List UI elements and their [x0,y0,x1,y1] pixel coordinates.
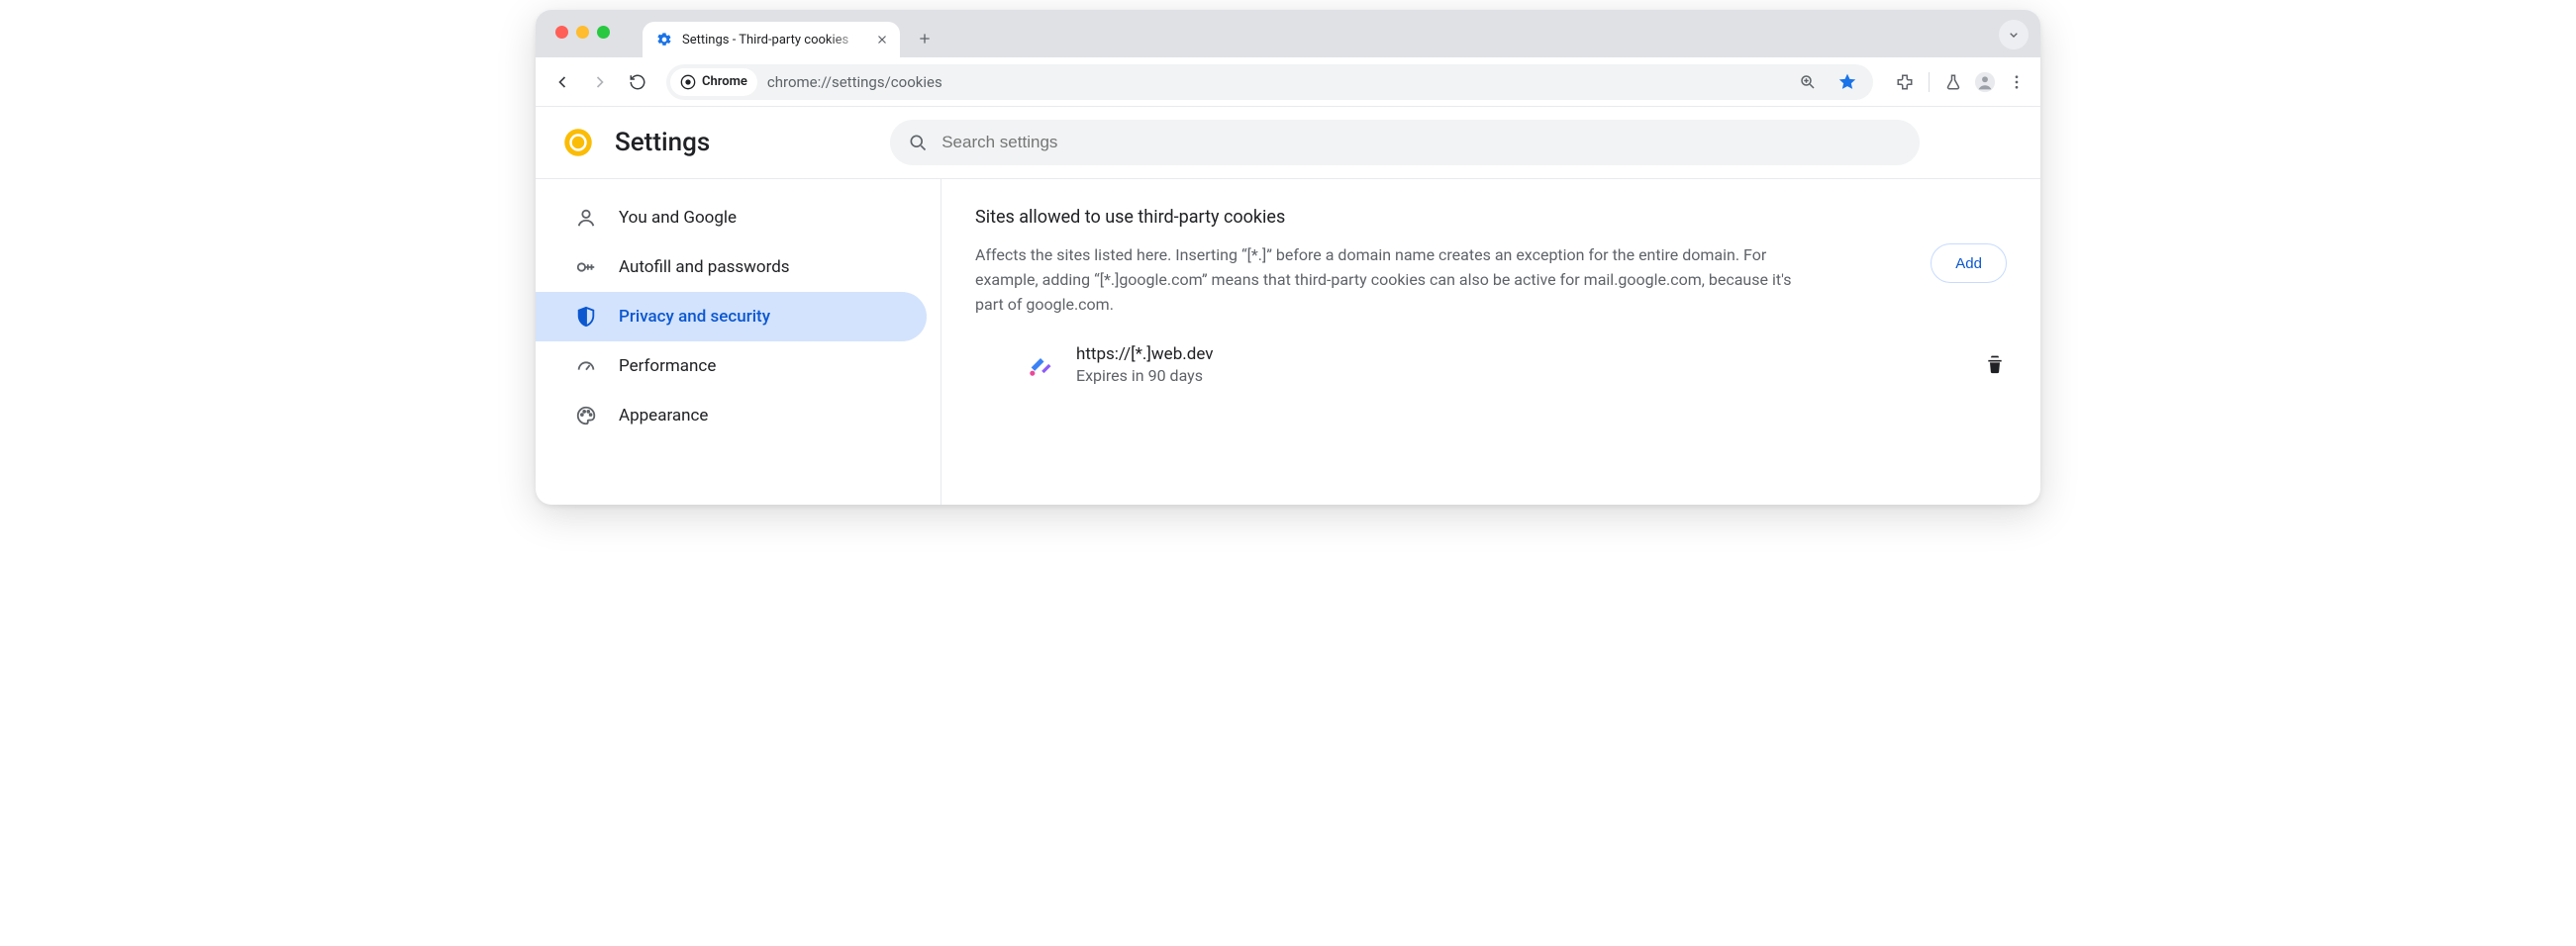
window-controls [555,26,610,39]
add-button[interactable]: Add [1931,243,2007,283]
window-minimize-dot[interactable] [576,26,589,39]
browser-tab[interactable]: Settings - Third-party cookies [643,22,900,57]
toolbar: Chrome chrome://settings/cookies [536,57,2040,107]
settings-header: Settings [536,107,2040,178]
key-icon [575,256,597,278]
section-description: Affects the sites listed here. Inserting… [975,243,1807,317]
settings-sidebar: You and Google Autofill and passwords Pr… [536,179,941,505]
sidebar-item-autofill[interactable]: Autofill and passwords [536,242,927,292]
window-close-dot[interactable] [555,26,568,39]
back-button[interactable] [545,65,579,99]
sidebar-item-you-and-google[interactable]: You and Google [536,193,927,242]
trash-icon[interactable] [1985,354,2007,376]
sidebar-item-performance[interactable]: Performance [536,341,927,391]
new-tab-button[interactable] [910,24,940,53]
sidebar-item-label: Performance [619,356,716,376]
address-bar[interactable]: Chrome chrome://settings/cookies [666,64,1873,100]
reload-button[interactable] [621,65,654,99]
site-chip[interactable]: Chrome [670,68,757,96]
extensions-icon[interactable] [1891,68,1919,96]
zoom-icon[interactable] [1794,68,1822,96]
sidebar-item-appearance[interactable]: Appearance [536,391,927,440]
chevron-down-icon[interactable] [1999,20,2029,49]
section-heading: Sites allowed to use third-party cookies [975,207,2007,228]
sidebar-item-label: Appearance [619,406,708,426]
settings-search[interactable] [890,120,1920,165]
sidebar-item-privacy-security[interactable]: Privacy and security [536,292,927,341]
search-icon [908,133,928,152]
url-text: chrome://settings/cookies [767,73,942,91]
window-zoom-dot[interactable] [597,26,610,39]
add-button-label: Add [1955,255,1982,272]
person-icon [575,207,597,229]
site-expiry: Expires in 90 days [1076,366,1213,385]
close-icon[interactable] [874,32,890,47]
settings-body: You and Google Autofill and passwords Pr… [536,178,2040,505]
bookmark-star-icon[interactable] [1833,68,1861,96]
tab-strip: Settings - Third-party cookies [536,10,2040,57]
chrome-logo-icon [563,128,593,157]
allowed-site-row: https://[*.]web.dev Expires in 90 days [975,344,2007,385]
site-favicon-icon [1027,351,1054,379]
labs-icon[interactable] [1939,68,1967,96]
profile-icon[interactable] [1971,68,1999,96]
sidebar-item-label: Autofill and passwords [619,257,790,277]
palette-icon [575,405,597,426]
separator [1929,72,1930,92]
browser-window: Settings - Third-party cookies Chrome ch… [536,10,2040,505]
tab-title: Settings - Third-party cookies [682,33,864,47]
settings-search-input[interactable] [941,133,1902,152]
page-title: Settings [615,128,710,157]
site-chip-label: Chrome [702,74,747,89]
settings-main: Sites allowed to use third-party cookies… [941,179,2040,505]
site-pattern: https://[*.]web.dev [1076,344,1213,364]
kebab-menu-icon[interactable] [2003,68,2031,96]
sidebar-item-label: You and Google [619,208,737,228]
speedometer-icon [575,355,597,377]
shield-icon [575,306,597,328]
sidebar-item-label: Privacy and security [619,307,770,327]
forward-button[interactable] [583,65,617,99]
gear-icon [656,32,672,47]
